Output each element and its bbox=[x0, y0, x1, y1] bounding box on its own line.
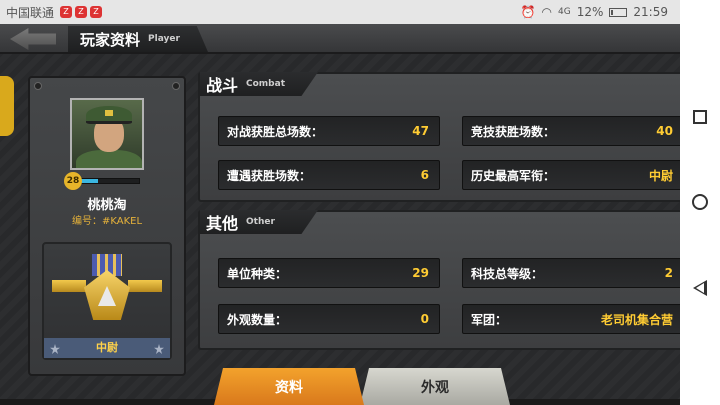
stat-label: 历史最高军衔： bbox=[471, 168, 556, 183]
combat-section-title: 战斗 Combat bbox=[200, 72, 318, 96]
back-button[interactable] bbox=[10, 28, 56, 50]
other-title-cn: 其他 bbox=[206, 214, 239, 233]
profile-panel: 28 桃桃淘 编号：#KAKEL 中尉 bbox=[28, 76, 186, 376]
combat-section: 战斗 Combat 对战获胜总场数： 47 竞技获胜场数： 40 遭遇获胜场数：… bbox=[198, 72, 692, 202]
clock: 21:59 bbox=[633, 5, 668, 19]
home-icon[interactable] bbox=[692, 193, 708, 210]
cap-badge-icon bbox=[105, 110, 113, 116]
stat-label: 遭遇获胜场数： bbox=[227, 168, 312, 183]
stat-value: 6 bbox=[420, 168, 429, 182]
stat-label: 竞技获胜场数： bbox=[471, 124, 556, 139]
wifi-icon: ◠ bbox=[541, 5, 553, 19]
stat-appearance-count: 外观数量： 0 bbox=[218, 304, 440, 334]
page-title: 玩家资料 Player bbox=[68, 26, 208, 52]
recent-apps-icon[interactable] bbox=[693, 109, 707, 124]
stat-encounter-wins: 遭遇获胜场数： 6 bbox=[218, 160, 440, 190]
stat-highest-rank: 历史最高军衔： 中尉 bbox=[462, 160, 684, 190]
android-nav-bar bbox=[680, 0, 720, 405]
tab-appearance[interactable]: 外观 bbox=[360, 368, 510, 405]
stat-tech-level: 科技总等级： 2 bbox=[462, 258, 684, 288]
signal-label: 4G bbox=[558, 7, 571, 17]
combat-title-cn: 战斗 bbox=[206, 76, 239, 95]
status-right: ⏰ ◠ 4G 12% 21:59 bbox=[521, 5, 674, 19]
notification-icon: Z bbox=[90, 6, 103, 18]
level-row: 28 bbox=[64, 172, 154, 190]
notification-icon: Z bbox=[75, 6, 88, 18]
tab-profile[interactable]: 资料 bbox=[214, 368, 364, 405]
stat-total-wins: 对战获胜总场数： 47 bbox=[218, 116, 440, 146]
side-badge-icon[interactable] bbox=[0, 76, 14, 136]
medal-wing-left bbox=[52, 280, 86, 292]
combat-title-en: Combat bbox=[246, 79, 285, 89]
avatar-uniform bbox=[76, 150, 142, 168]
player-name: 桃桃淘 bbox=[87, 198, 127, 213]
stat-label: 科技总等级： bbox=[471, 266, 544, 281]
battery-icon bbox=[609, 7, 628, 17]
stat-value: 中尉 bbox=[648, 168, 673, 183]
stat-value: 29 bbox=[412, 266, 429, 280]
medal-wing-right bbox=[128, 280, 162, 292]
game-screen: 玩家资料 Player 28 桃桃淘 编号：#KAKEL 中尉 战斗 Comba… bbox=[0, 24, 692, 405]
screw-icon bbox=[172, 82, 180, 90]
other-section: 其他 Other 单位种类： 29 科技总等级： 2 外观数量： 0 军团： 老… bbox=[198, 210, 692, 350]
carrier-label: 中国联通 bbox=[6, 5, 55, 20]
stat-label: 军团： bbox=[471, 312, 508, 327]
rank-medal-box: 中尉 bbox=[42, 242, 172, 360]
alarm-icon: ⏰ bbox=[520, 5, 536, 19]
other-title-en: Other bbox=[246, 217, 275, 227]
stat-value: 47 bbox=[412, 124, 429, 138]
stat-label: 对战获胜总场数： bbox=[227, 124, 324, 139]
avatar[interactable] bbox=[70, 98, 144, 170]
back-nav-icon[interactable] bbox=[693, 279, 707, 296]
stat-label: 外观数量： bbox=[227, 312, 288, 327]
page-title-cn: 玩家资料 bbox=[80, 30, 141, 49]
other-section-title: 其他 Other bbox=[200, 210, 318, 234]
rank-label: 中尉 bbox=[44, 338, 170, 358]
xp-bar bbox=[80, 178, 140, 184]
header-bar: 玩家资料 Player bbox=[0, 24, 680, 54]
battery-percent: 12% bbox=[576, 5, 604, 19]
stat-legion[interactable]: 军团： 老司机集合营 bbox=[462, 304, 684, 334]
player-id: 编号：#KAKEL bbox=[71, 216, 143, 227]
notification-icon: Z bbox=[60, 6, 73, 18]
stat-value: 0 bbox=[420, 312, 429, 326]
stat-value: 2 bbox=[664, 266, 673, 280]
stat-unit-types: 单位种类： 29 bbox=[218, 258, 440, 288]
stat-ranked-wins: 竞技获胜场数： 40 bbox=[462, 116, 684, 146]
stat-label: 单位种类： bbox=[227, 266, 288, 281]
level-badge: 28 bbox=[64, 172, 82, 190]
screw-icon bbox=[34, 82, 42, 90]
stat-value: 老司机集合营 bbox=[600, 312, 673, 327]
status-bar: 中国联通 Z Z Z ⏰ ◠ 4G 12% 21:59 bbox=[0, 0, 680, 24]
stat-value: 40 bbox=[656, 124, 673, 138]
xp-bar-fill bbox=[81, 179, 99, 183]
page-title-en: Player bbox=[148, 34, 180, 44]
